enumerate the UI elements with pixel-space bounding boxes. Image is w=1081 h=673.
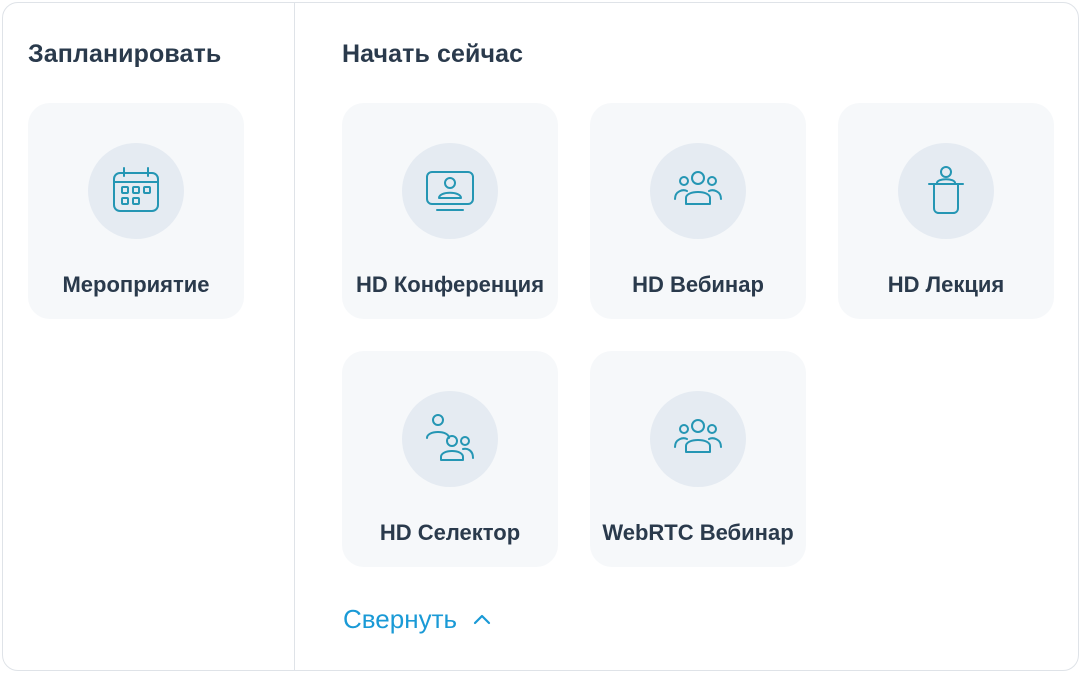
column-divider xyxy=(294,3,295,670)
lectern-icon xyxy=(928,166,964,214)
audience-icon xyxy=(674,419,722,453)
calendar-icon xyxy=(113,167,159,212)
hd-webinar-card[interactable]: HD Вебинар xyxy=(590,103,806,319)
icon-circle xyxy=(898,143,994,239)
webrtc-webinar-card[interactable]: WebRTC Вебинар xyxy=(590,351,806,567)
icon-circle xyxy=(402,143,498,239)
icon-circle xyxy=(88,143,184,239)
card-label: HD Конференция xyxy=(355,272,545,297)
schedule-title: Запланировать xyxy=(28,40,222,68)
selector-group-icon xyxy=(426,414,474,461)
monitor-user-icon xyxy=(426,171,474,211)
collapse-label: Свернуть xyxy=(343,603,458,634)
card-label: HD Лекция xyxy=(887,272,1005,297)
collapse-button[interactable]: Свернуть xyxy=(343,601,493,637)
card-label: HD Вебинар xyxy=(632,272,764,297)
card-label: Мероприятие xyxy=(62,272,210,297)
create-event-panel: Запланировать Мероприятие Начать сейчас xyxy=(2,2,1079,671)
chevron-up-icon xyxy=(473,614,491,625)
card-label: HD Селектор xyxy=(379,520,521,545)
icon-circle xyxy=(650,391,746,487)
hd-conference-card[interactable]: HD Конференция xyxy=(342,103,558,319)
schedule-event-card[interactable]: Мероприятие xyxy=(28,103,244,319)
hd-selector-card[interactable]: HD Селектор xyxy=(342,351,558,567)
hd-lecture-card[interactable]: HD Лекция xyxy=(838,103,1054,319)
start-now-title: Начать сейчас xyxy=(342,40,524,68)
card-label: WebRTC Вебинар xyxy=(602,520,794,545)
icon-circle xyxy=(650,143,746,239)
audience-icon xyxy=(674,171,722,205)
icon-circle xyxy=(402,391,498,487)
